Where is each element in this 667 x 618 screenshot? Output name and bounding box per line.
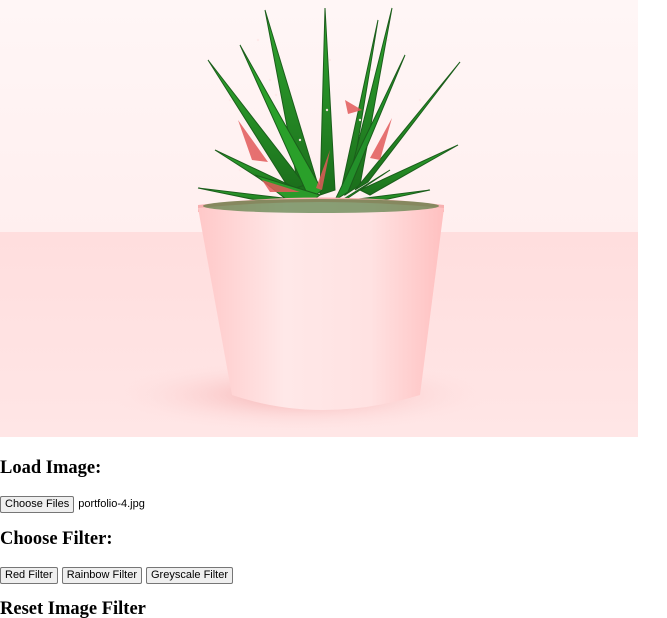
selected-file-name: portfolio-4.jpg (78, 498, 145, 510)
rainbow-filter-button[interactable]: Rainbow Filter (61, 566, 142, 584)
load-image-heading: Load Image: (0, 458, 102, 478)
image-canvas (0, 0, 638, 437)
file-input-row: Choose Files portfolio-4.jpg (0, 495, 145, 513)
choose-filter-heading: Choose Filter: (0, 529, 113, 549)
choose-files-button[interactable]: Choose Files (0, 495, 75, 513)
red-filter-button[interactable]: Red Filter (0, 566, 58, 584)
filter-buttons-row: Red Filter Rainbow Filter Greyscale Filt… (0, 566, 237, 584)
reset-image-filter-heading[interactable]: Reset Image Filter (0, 599, 146, 618)
plant-photo (0, 0, 638, 437)
greyscale-filter-button[interactable]: Greyscale Filter (146, 566, 234, 584)
